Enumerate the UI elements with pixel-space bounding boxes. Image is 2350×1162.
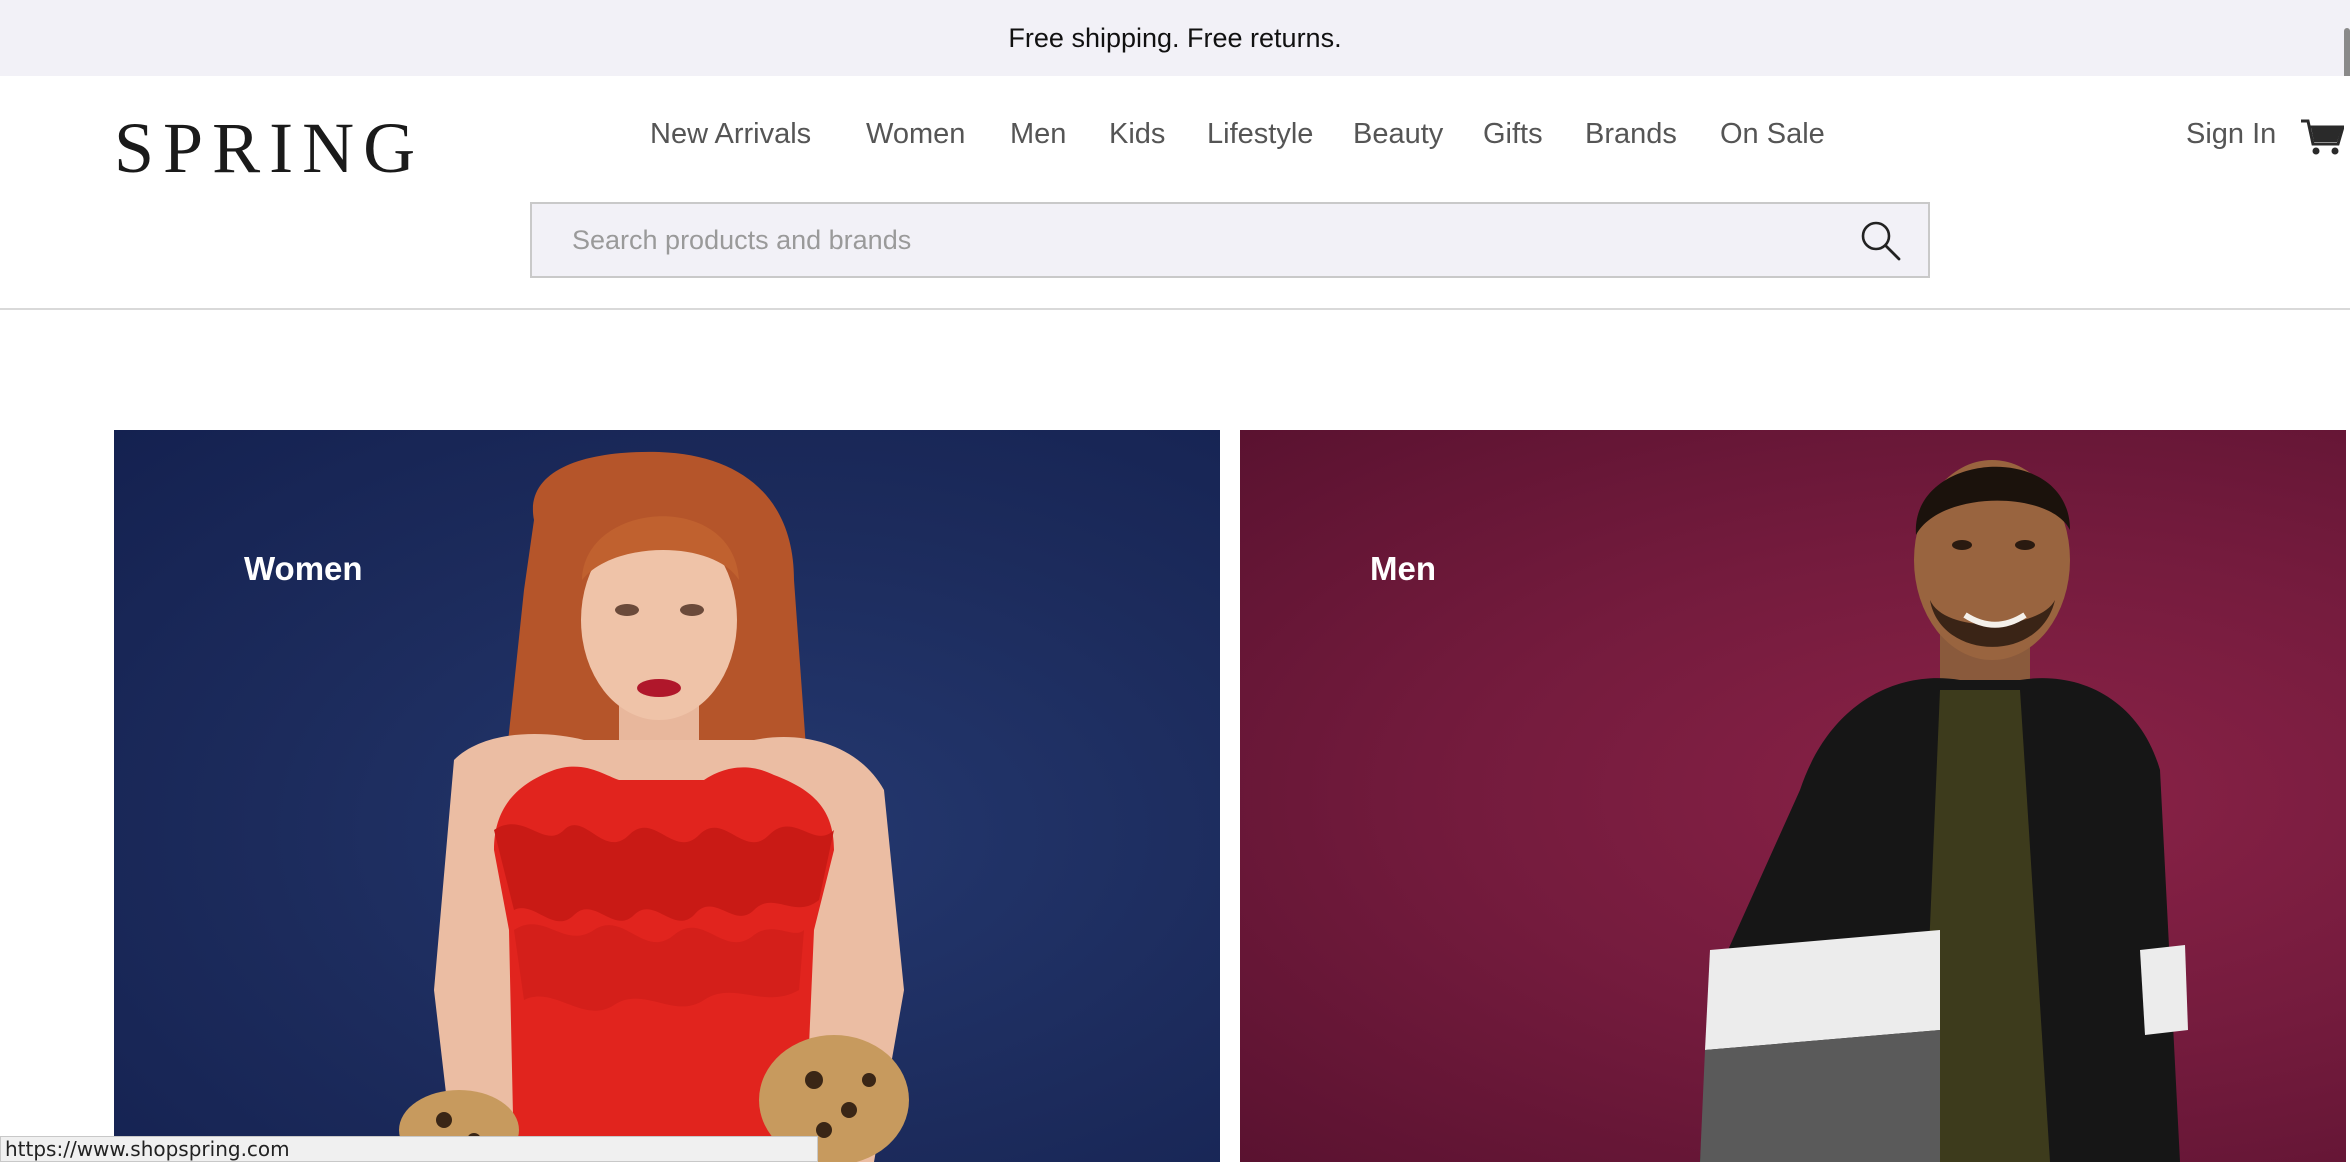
nav-brands[interactable]: Brands xyxy=(1585,120,1677,149)
women-category-tile[interactable]: Women xyxy=(114,430,1220,1162)
nav-on-sale[interactable]: On Sale xyxy=(1720,120,1825,149)
search-box xyxy=(530,202,1930,278)
status-bar-url: https://www.shopspring.com xyxy=(0,1136,818,1162)
nav-men[interactable]: Men xyxy=(1010,120,1066,149)
sign-in-link[interactable]: Sign In xyxy=(2186,120,2276,149)
cart-icon[interactable] xyxy=(2300,118,2344,156)
search-input[interactable] xyxy=(572,204,1772,276)
nav-new-arrivals[interactable]: New Arrivals xyxy=(650,120,811,149)
nav-beauty[interactable]: Beauty xyxy=(1353,120,1443,149)
men-model-photo xyxy=(1700,460,2188,1162)
spring-logo[interactable]: SPRING xyxy=(114,112,424,184)
women-tile-label[interactable]: Women xyxy=(244,550,363,588)
search-icon[interactable] xyxy=(1860,220,1902,262)
men-category-tile[interactable]: Men xyxy=(1240,430,2346,1162)
women-model-photo xyxy=(399,451,909,1162)
nav-kids[interactable]: Kids xyxy=(1109,120,1165,149)
nav-women[interactable]: Women xyxy=(866,120,965,149)
promo-text: Free shipping. Free returns. xyxy=(1008,22,1342,53)
nav-gifts[interactable]: Gifts xyxy=(1483,120,1543,149)
promo-banner: Free shipping. Free returns. xyxy=(0,0,2350,76)
nav-lifestyle[interactable]: Lifestyle xyxy=(1207,120,1313,149)
site-header: SPRING New Arrivals Women Men Kids Lifes… xyxy=(0,76,2350,310)
men-tile-label[interactable]: Men xyxy=(1370,550,1436,588)
